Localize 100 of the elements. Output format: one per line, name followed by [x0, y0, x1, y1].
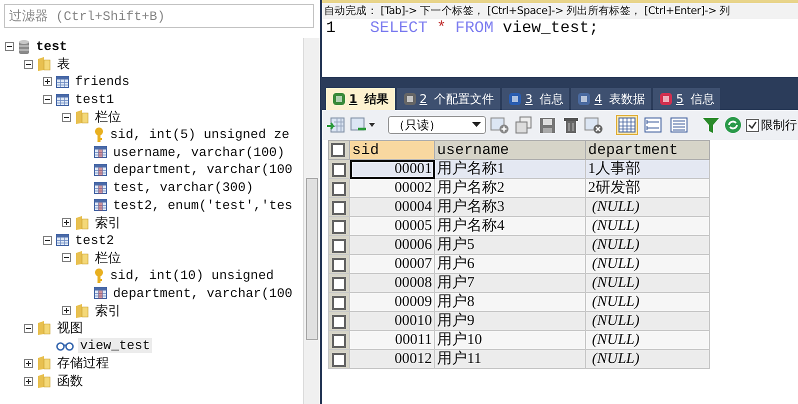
expander-icon[interactable]	[62, 112, 71, 122]
trash-icon[interactable]	[562, 116, 580, 134]
row-checkbox[interactable]	[332, 182, 346, 196]
tree-item[interactable]: 存储过程	[55, 354, 111, 372]
table-cell: 用户8	[434, 292, 586, 312]
tree-item[interactable]: department, varchar(100	[111, 286, 294, 301]
expander-icon[interactable]	[62, 253, 71, 262]
expander-icon[interactable]	[43, 95, 52, 104]
select-all-checkbox[interactable]	[331, 142, 345, 157]
folder-icon	[37, 320, 51, 336]
view-mode-button[interactable]	[616, 115, 638, 135]
result-tab[interactable]: 5 信息	[652, 88, 720, 110]
expander-icon[interactable]	[43, 77, 52, 86]
tree-item[interactable]: 索引	[93, 302, 123, 320]
row-checkbox[interactable]	[332, 200, 346, 215]
tree-item[interactable]: 函数	[55, 372, 85, 390]
row-checkbox[interactable]	[332, 162, 346, 177]
view-mode-button[interactable]	[642, 115, 664, 135]
expander-icon[interactable]	[5, 42, 14, 52]
table-cell: 00009	[350, 292, 434, 312]
column-header[interactable]: username	[434, 140, 586, 160]
tree-item[interactable]: test, varchar(300)	[111, 180, 256, 196]
table-icon	[56, 234, 69, 246]
result-tab[interactable]: 1 结果	[326, 88, 395, 110]
expander-icon[interactable]	[24, 60, 33, 69]
tree-item[interactable]: 索引	[93, 214, 123, 232]
table-cell: 用户9	[434, 312, 586, 330]
code-token: SELECT	[370, 19, 428, 37]
add-row-icon[interactable]	[490, 116, 510, 134]
table-cell: 00005	[350, 216, 434, 236]
save-icon[interactable]	[538, 116, 558, 134]
code-token: view_test;	[502, 19, 599, 37]
refresh-icon[interactable]	[724, 116, 742, 134]
expander-icon[interactable]	[24, 358, 33, 368]
row-checkbox[interactable]	[332, 334, 346, 348]
tree-item[interactable]: department, varchar(100	[111, 162, 294, 178]
table-cell: 用户7	[434, 274, 586, 292]
tree-item[interactable]: 表	[55, 55, 72, 74]
line-number: 1	[325, 19, 337, 37]
expander-icon[interactable]	[43, 236, 52, 245]
table-cell: 00012	[350, 350, 434, 368]
table-cell: 用户10	[434, 330, 586, 350]
duplicate-icon[interactable]	[514, 116, 534, 134]
filter-field[interactable]: 过滤器 (Ctrl+Shift+B)	[4, 4, 314, 28]
database-icon	[18, 38, 30, 55]
expander-icon[interactable]	[62, 218, 71, 228]
tree-item[interactable]: test	[34, 39, 70, 54]
column-icon	[94, 164, 107, 176]
folder-icon	[75, 302, 89, 319]
tree-item[interactable]: 栏位	[93, 248, 123, 267]
table-cell: 用户名称2	[434, 178, 586, 198]
table-cell: (NULL)	[586, 216, 710, 236]
row-checkbox[interactable]	[332, 296, 346, 310]
form-view-icon	[644, 117, 662, 133]
row-checkbox[interactable]	[332, 276, 346, 291]
tab-icon	[577, 92, 592, 106]
table-cell: 00001	[350, 160, 434, 178]
column-header[interactable]: department	[586, 140, 710, 160]
table-cell: (NULL)	[586, 274, 710, 292]
tree-item[interactable]: view_test	[78, 338, 152, 354]
row-checkbox[interactable]	[332, 352, 346, 367]
tree-item[interactable]: test1	[73, 92, 116, 108]
tree-item[interactable]: sid, int(10) unsigned	[108, 268, 276, 284]
caret-icon	[472, 122, 481, 128]
column-header[interactable]: sid	[350, 140, 434, 160]
import-icon[interactable]	[326, 116, 346, 134]
checkbox[interactable]	[746, 118, 759, 132]
row-checkbox[interactable]	[332, 238, 346, 253]
mode-dropdown[interactable]: （只读）	[388, 116, 486, 134]
filter-icon[interactable]	[702, 116, 720, 134]
expander-icon[interactable]	[24, 324, 33, 333]
expander-icon[interactable]	[62, 306, 71, 316]
tree-item[interactable]: test2, enum('test','tes	[111, 198, 294, 213]
result-tab[interactable]: 3 信息	[502, 88, 570, 110]
result-tab[interactable]: 2 个配置文件	[396, 88, 500, 110]
column-icon	[94, 199, 107, 212]
delete-row-icon[interactable]	[584, 116, 604, 134]
tree-item[interactable]: sid, int(5) unsigned ze	[108, 127, 292, 142]
result-tab[interactable]: 4 表数据	[571, 88, 651, 110]
code-token: FROM	[455, 19, 494, 37]
folder-icon	[37, 373, 51, 390]
tree-item[interactable]: friends	[73, 74, 132, 90]
scrollbar[interactable]	[303, 38, 320, 404]
row-checkbox[interactable]	[332, 220, 346, 234]
row-checkbox[interactable]	[332, 314, 346, 329]
tree-item[interactable]: 视图	[55, 319, 85, 338]
view-mode-button[interactable]	[668, 115, 690, 135]
tree-item[interactable]: 栏位	[93, 108, 123, 126]
table-cell: (NULL)	[586, 198, 710, 216]
expander-icon[interactable]	[24, 376, 33, 386]
table-cell: 用户名称4	[434, 216, 586, 236]
table-cell: 2研发部	[586, 178, 710, 198]
tab-icon	[402, 92, 417, 106]
tree-item[interactable]: username, varchar(100)	[111, 144, 287, 160]
table-cell: 00004	[350, 198, 434, 216]
row-checkbox[interactable]	[332, 258, 346, 272]
code-token: *	[436, 19, 446, 37]
tab-icon	[658, 92, 673, 106]
tree-item[interactable]: test2	[73, 232, 116, 248]
folder-icon	[75, 214, 89, 231]
